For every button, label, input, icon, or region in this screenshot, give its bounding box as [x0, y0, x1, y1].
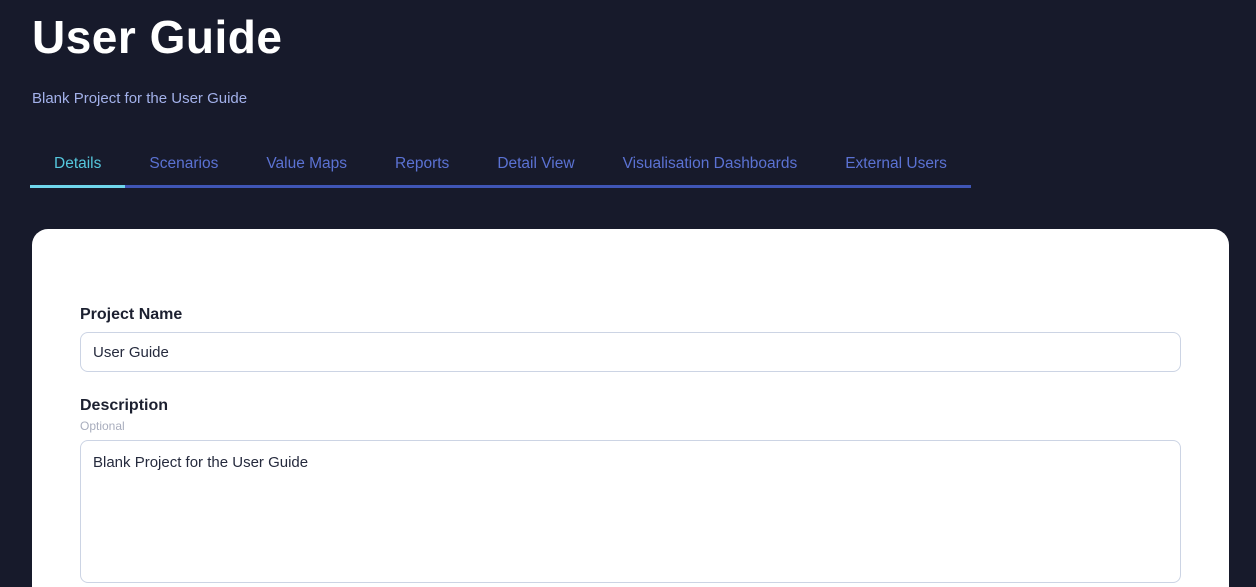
tab-visualisation-dashboards[interactable]: Visualisation Dashboards: [599, 145, 822, 185]
tab-bar: Details Scenarios Value Maps Reports Det…: [30, 145, 971, 188]
description-label: Description: [80, 397, 1181, 415]
description-optional-hint: Optional: [80, 419, 1181, 433]
details-form-card: Project Name Description Optional Blank …: [32, 229, 1229, 587]
project-name-label: Project Name: [80, 306, 1181, 324]
description-textarea[interactable]: Blank Project for the User Guide: [80, 440, 1181, 583]
tab-details[interactable]: Details: [30, 145, 125, 185]
page-title: User Guide: [32, 12, 1224, 62]
tab-scenarios[interactable]: Scenarios: [125, 145, 242, 185]
tab-external-users[interactable]: External Users: [821, 145, 971, 185]
tab-detail-view[interactable]: Detail View: [473, 145, 598, 185]
page-header: User Guide Blank Project for the User Gu…: [0, 0, 1256, 108]
project-name-field-group: Project Name: [80, 306, 1181, 372]
page-subtitle: Blank Project for the User Guide: [32, 90, 1224, 108]
project-name-input[interactable]: [80, 332, 1181, 372]
description-field-group: Description Optional Blank Project for t…: [80, 397, 1181, 583]
tab-value-maps[interactable]: Value Maps: [242, 145, 371, 185]
project-details-page: User Guide Blank Project for the User Gu…: [0, 0, 1256, 587]
tab-reports[interactable]: Reports: [371, 145, 473, 185]
